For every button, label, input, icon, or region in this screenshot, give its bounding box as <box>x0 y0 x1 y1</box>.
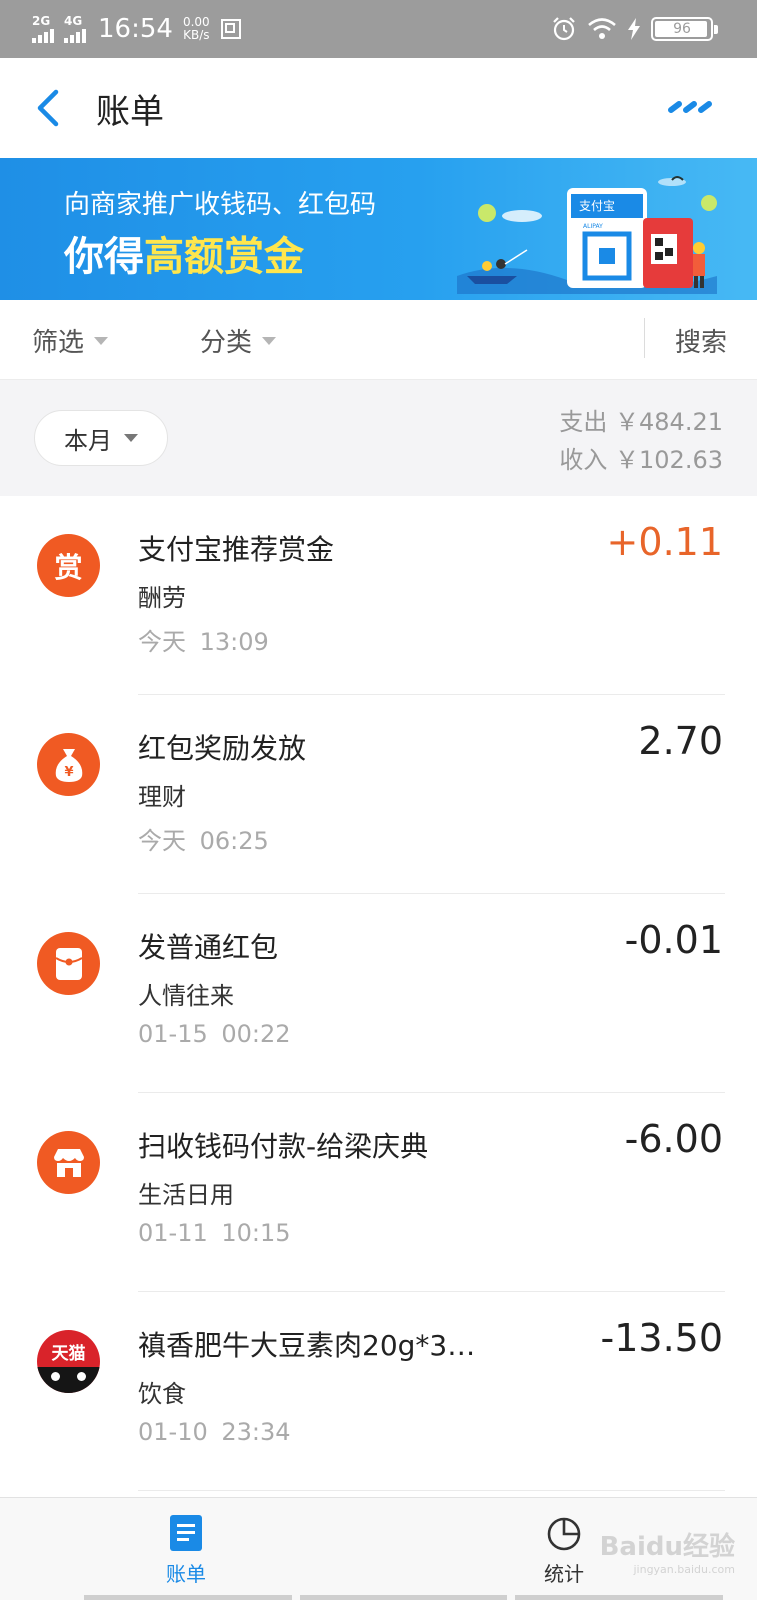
speed-unit: KB/s <box>183 28 210 42</box>
transaction-amount: -0.01 <box>624 918 723 962</box>
filter-dropdown[interactable]: 筛选 <box>32 322 109 359</box>
bill-list-icon <box>170 1515 202 1551</box>
transaction-date: 01-15 00:22 <box>138 1020 291 1048</box>
battery-level: 96 <box>673 21 691 37</box>
screenshot-notification-icon <box>220 19 241 39</box>
status-left: 2G 4G 16:54 0.00 KB/s <box>32 10 242 48</box>
pie-chart-icon <box>547 1517 581 1551</box>
more-button[interactable] <box>667 96 715 120</box>
tmall-logo-text: 天猫 <box>51 1344 86 1364</box>
transaction-category: 理财 <box>138 783 186 811</box>
transaction-name: 支付宝推荐赏金 <box>138 533 335 566</box>
transaction-amount: 2.70 <box>638 719 723 763</box>
svg-text:¥: ¥ <box>64 765 73 780</box>
row-divider <box>138 1490 725 1491</box>
clock: 16:54 <box>98 14 173 44</box>
signal-4g-icon: 4G <box>64 15 86 43</box>
tmall-icon: 天猫 <box>37 1330 100 1393</box>
filter-bar: 筛选 分类 搜索 <box>0 300 757 380</box>
caret-down-icon <box>94 336 109 345</box>
transaction-category: 饮食 <box>138 1380 186 1408</box>
watermark-text: Baidu经验 <box>599 1532 735 1562</box>
filter-label: 筛选 <box>32 328 85 358</box>
watermark: Baidu经验 jingyan.baidu.com <box>600 1526 735 1576</box>
transaction-row[interactable]: ¥ 红包奖励发放 理财 今天 06:25 2.70 <box>0 695 757 894</box>
divider <box>644 318 645 358</box>
transaction-row[interactable]: 发普通红包 人情往来 01-15 00:22 -0.01 <box>0 894 757 1093</box>
tab-bill[interactable]: 账单 <box>166 1514 206 1587</box>
transaction-date: 今天 06:25 <box>138 827 269 855</box>
battery-icon: 96 <box>651 17 718 41</box>
transaction-row[interactable]: 天猫 禛香肥牛大豆素肉20g*3… 饮食 01-10 23:34 -13.50 <box>0 1292 757 1491</box>
transaction-name: 禛香肥牛大豆素肉20g*3… <box>138 1329 476 1362</box>
chevron-left-icon <box>37 89 59 127</box>
wifi-icon <box>588 18 616 39</box>
status-right: 96 <box>551 12 718 46</box>
charging-icon <box>628 18 640 40</box>
caret-down-icon <box>124 434 138 442</box>
tab-stats[interactable]: 统计 <box>544 1514 584 1587</box>
gesture-bar <box>84 1595 724 1600</box>
transaction-date: 01-10 23:34 <box>138 1418 291 1446</box>
network-type-2: 4G <box>64 14 83 28</box>
banner-line-2: 你得高额赏金 <box>64 224 304 282</box>
money-bag-icon: ¥ <box>37 733 100 796</box>
transaction-date: 今天 13:09 <box>138 628 269 656</box>
transaction-category: 酬劳 <box>138 584 186 612</box>
month-label: 本月 <box>64 426 112 455</box>
transaction-amount: +0.11 <box>606 520 723 564</box>
network-speed: 0.00 KB/s <box>183 16 210 42</box>
category-dropdown[interactable]: 分类 <box>200 322 277 359</box>
alarm-icon <box>553 17 575 41</box>
bottom-tab-bar: 账单 统计 Baidu经验 jingyan.baidu.com <box>0 1497 757 1600</box>
title-bar: 账单 <box>0 58 757 158</box>
network-type-1: 2G <box>32 14 51 28</box>
transaction-date: 01-11 10:15 <box>138 1219 291 1247</box>
transaction-category: 人情往来 <box>138 982 234 1010</box>
banner-brand-en: ALIPAY <box>583 223 603 230</box>
banner-highlight: 高额赏金 <box>144 234 304 280</box>
month-summary-bar: 本月 支出 ￥484.21 收入 ￥102.63 <box>0 380 757 496</box>
transaction-category: 生活日用 <box>138 1181 234 1209</box>
page-title: 账单 <box>96 92 164 132</box>
transaction-list: 赏 支付宝推荐赏金 酬劳 今天 13:09 +0.11 ¥ 红包奖励发放 理财 … <box>0 496 757 1491</box>
status-bar: 2G 4G 16:54 0.00 KB/s 96 <box>0 0 757 58</box>
expense-total: 支出 ￥484.21 <box>559 408 723 436</box>
reward-icon-glyph: 赏 <box>54 550 83 584</box>
more-dots-icon <box>668 101 712 113</box>
income-total: 收入 ￥102.63 <box>559 446 723 474</box>
search-button[interactable]: 搜索 <box>675 322 727 359</box>
signal-2g-icon: 2G <box>32 15 54 43</box>
reward-icon: 赏 <box>37 534 100 597</box>
transaction-name: 红包奖励发放 <box>138 732 307 765</box>
banner-illustration: 支付宝 ALIPAY <box>457 176 717 294</box>
banner-brand: 支付宝 <box>579 199 615 213</box>
back-button[interactable] <box>30 86 70 130</box>
transaction-name: 扫收钱码付款-给梁庆典 <box>138 1130 429 1163</box>
caret-down-icon <box>262 336 277 345</box>
transaction-amount: -6.00 <box>624 1117 723 1161</box>
red-packet-icon <box>37 932 100 995</box>
transaction-row[interactable]: 扫收钱码付款-给梁庆典 生活日用 01-11 10:15 -6.00 <box>0 1093 757 1292</box>
transaction-row[interactable]: 赏 支付宝推荐赏金 酬劳 今天 13:09 +0.11 <box>0 496 757 695</box>
promo-banner[interactable]: 向商家推广收钱码、红包码 你得高额赏金 支付宝 ALIPAY <box>0 158 757 300</box>
month-selector[interactable]: 本月 <box>34 410 168 466</box>
tab-bill-label: 账单 <box>166 1562 206 1586</box>
watermark-sub: jingyan.baidu.com <box>633 1563 735 1576</box>
category-label: 分类 <box>200 328 253 358</box>
transaction-name: 发普通红包 <box>138 931 279 964</box>
transaction-amount: -13.50 <box>600 1316 724 1360</box>
shop-icon <box>37 1131 100 1194</box>
tab-stats-label: 统计 <box>544 1562 584 1586</box>
banner-line-1: 向商家推广收钱码、红包码 <box>64 190 377 220</box>
banner-prefix: 你得 <box>64 234 144 280</box>
